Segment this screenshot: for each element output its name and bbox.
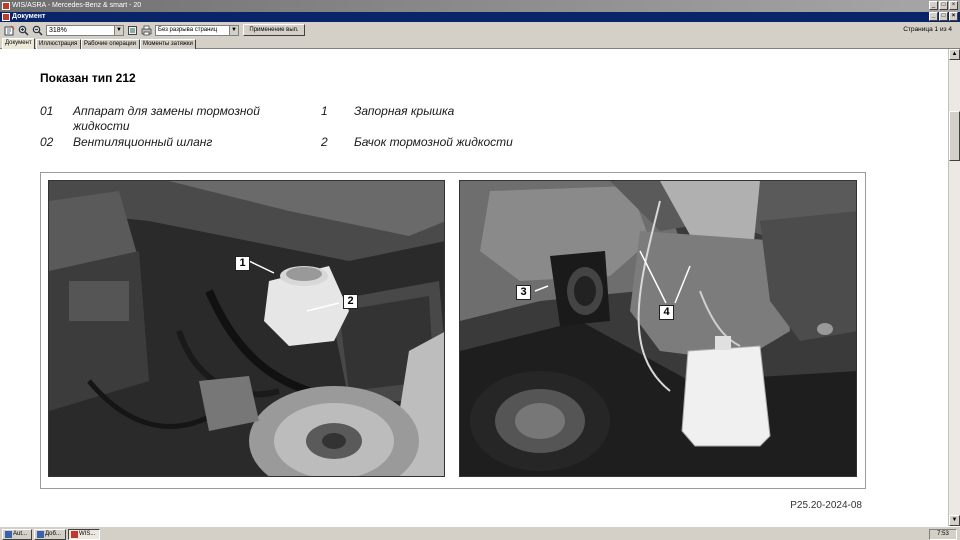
app-icon (5, 531, 12, 538)
page-icon[interactable] (127, 25, 138, 36)
app-title: WIS/ASRA - Mercedes-Benz & smart - 20 (12, 2, 142, 9)
legend-number: 2 (321, 135, 328, 149)
taskbar-item[interactable]: WIS... (68, 529, 100, 540)
legend-text: Аппарат для замены тормозной жидкости (73, 104, 260, 133)
legend-text: Вентиляционный шланг (73, 135, 213, 149)
engine-bay-photo: 1 2 (48, 180, 445, 477)
document-title: Документ (12, 13, 46, 20)
zoom-select[interactable]: 318% ▼ (46, 25, 124, 36)
print-icon[interactable] (141, 25, 152, 36)
zoom-in-icon[interactable] (18, 25, 29, 36)
tab-document[interactable]: Документ (2, 38, 35, 49)
chevron-down-icon[interactable]: ▼ (114, 26, 123, 35)
doc-close-button[interactable]: × (949, 12, 958, 21)
taskbar-item-label: Доб... (45, 531, 61, 537)
tab-torque[interactable]: Моменты затяжки (140, 39, 196, 49)
document-title-bar: Документ _ □ × (0, 12, 960, 22)
app-icon (37, 531, 44, 538)
tab-illustration[interactable]: Иллюстрация (36, 39, 81, 49)
taskbar-item[interactable]: Aut... (2, 529, 32, 540)
page-title: Показан тип 212 (40, 71, 136, 85)
zoom-out-icon[interactable] (32, 25, 43, 36)
scroll-down-icon[interactable]: ▼ (949, 515, 960, 526)
doc-minimize-button[interactable]: _ (929, 12, 938, 21)
app-window-controls: _ □ × (929, 1, 958, 10)
legend-text: Запорная крышка (354, 104, 455, 118)
taskbar-item-label: WIS... (79, 531, 96, 537)
toolbar: 318% ▼ Без разрыва страниц ▼ Применение … (0, 22, 960, 38)
chevron-down-icon[interactable]: ▼ (229, 26, 238, 35)
maximize-button[interactable]: □ (939, 1, 948, 10)
page-mode-value: Без разрыва страниц (158, 27, 218, 33)
app-icon (71, 531, 78, 538)
vertical-scrollbar[interactable]: ▲ ▼ (948, 49, 960, 526)
clock: 7:53 (929, 529, 957, 540)
underbody-photo: 3 4 (459, 180, 857, 477)
callout-2: 2 (343, 294, 358, 309)
close-button[interactable]: × (949, 1, 958, 10)
figure-reference: P25.20-2024-08 (790, 500, 862, 511)
tab-work-operations[interactable]: Рабочие операции (81, 39, 140, 49)
callout-3: 3 (516, 285, 531, 300)
illustration-frame: 1 2 3 4 (40, 172, 866, 489)
document-window-controls: _ □ × (929, 12, 958, 21)
open-icon[interactable] (4, 25, 15, 36)
callout-1: 1 (235, 256, 250, 271)
apply-button[interactable]: Применение вып. (243, 24, 305, 36)
app-icon (2, 2, 10, 10)
legend-number: 1 (321, 104, 328, 118)
taskbar: Aut... Доб... WIS... 7:53 (0, 526, 960, 540)
document-viewer: Показан тип 212 01 Аппарат для замены то… (0, 49, 948, 526)
scroll-up-icon[interactable]: ▲ (949, 49, 960, 60)
page-mode-select[interactable]: Без разрыва страниц ▼ (155, 25, 239, 36)
page-info: Страница 1 из 4 (903, 26, 952, 33)
taskbar-item-label: Aut... (13, 531, 28, 537)
legend-text: Бачок тормозной жидкости (354, 135, 513, 149)
tab-bar: Документ Иллюстрация Рабочие операции Мо… (0, 38, 960, 49)
scroll-thumb[interactable] (949, 111, 960, 161)
app-title-bar: WIS/ASRA - Mercedes-Benz & smart - 20 _ … (0, 0, 960, 12)
zoom-value: 318% (49, 27, 67, 34)
document-icon (2, 13, 10, 21)
minimize-button[interactable]: _ (929, 1, 938, 10)
legend-number: 01 (40, 104, 54, 118)
taskbar-item[interactable]: Доб... (34, 529, 66, 540)
doc-maximize-button[interactable]: □ (939, 12, 948, 21)
callout-4: 4 (659, 305, 674, 320)
legend-number: 02 (40, 135, 54, 149)
